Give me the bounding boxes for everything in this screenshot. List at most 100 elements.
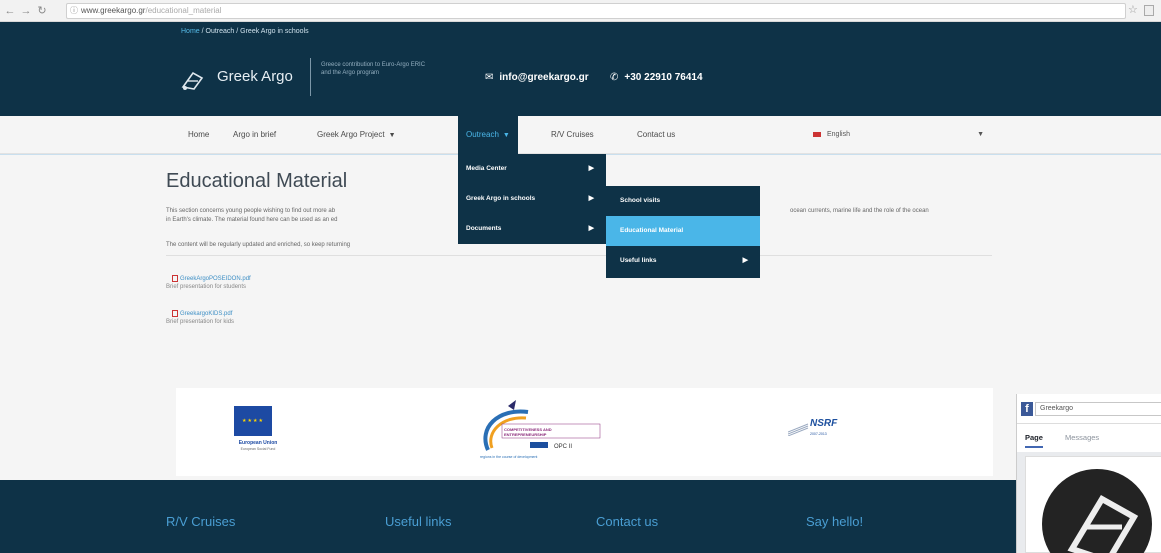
menu-item-label: Media Center xyxy=(466,165,507,172)
bookmark-star-icon[interactable]: ☆ xyxy=(1128,3,1138,16)
facebook-profile-card xyxy=(1025,456,1161,553)
file-description: Brief presentation for students xyxy=(166,284,247,291)
tab-page[interactable]: Page xyxy=(1025,433,1043,448)
nsrf-logo: NSRF 2007-2013 xyxy=(788,418,848,452)
page-title: Educational Material xyxy=(166,170,348,192)
schools-submenu: School visits Educational Material Usefu… xyxy=(606,186,760,278)
nav-item-argo-in-brief[interactable]: Argo in brief xyxy=(233,116,276,154)
browser-toolbar: ← → ↻ ⓘ www.greekargo.gr/educational_mat… xyxy=(0,0,1161,22)
english-flag-icon xyxy=(813,131,821,137)
chevron-right-icon: ▶ xyxy=(588,225,594,232)
divider xyxy=(166,255,992,256)
menu-item-useful-links[interactable]: Useful links ▶ xyxy=(606,246,760,276)
chevron-down-icon: ▼ xyxy=(977,131,984,138)
nav-item-outreach[interactable]: Outreach ▼ xyxy=(458,116,518,154)
update-note: The content will be regularly updated an… xyxy=(166,242,351,248)
site-tagline: Greece contribution to Euro-Argo ERIC an… xyxy=(321,62,426,76)
menu-item-label: Greek Argo in schools xyxy=(466,195,536,202)
entrepreneurship-text: ENTREPRENEURSHIP xyxy=(504,432,547,437)
facebook-tabs: Page Messages xyxy=(1017,424,1161,452)
competitiveness-logo: COMPETITIVENESS AND ENTREPRENEURSHIP OPC… xyxy=(480,400,601,459)
logo-divider xyxy=(310,58,311,96)
extension-icon[interactable] xyxy=(1144,5,1154,16)
nsrf-swoosh-icon xyxy=(788,423,809,436)
outreach-dropdown: Media Center ▶ Greek Argo in schools ▶ Doc… xyxy=(458,154,606,244)
chevron-right-icon: ▶ xyxy=(588,165,594,172)
nsrf-title: NSRF xyxy=(810,418,838,429)
page: Home / Outreach / Greek Argo in schools … xyxy=(0,22,1161,553)
header-phone-text: +30 22910 76414 xyxy=(624,72,703,83)
intro-text-line2: in Earth's climate. The material found h… xyxy=(166,217,338,223)
facebook-icon[interactable]: f xyxy=(1021,402,1033,416)
site-footer: R/V Cruises Useful links Contact us Say … xyxy=(0,480,1161,553)
footer-heading-rv-cruises: R/V Cruises xyxy=(166,514,236,529)
chevron-right-icon: ▶ xyxy=(742,257,748,264)
menu-item-educational-material[interactable]: Educational Material xyxy=(606,216,760,246)
menu-item-greek-argo-in-schools[interactable]: Greek Argo in schools ▶ xyxy=(458,184,606,214)
language-selected: English xyxy=(827,131,850,138)
menu-item-school-visits[interactable]: School visits xyxy=(606,186,760,216)
header-email-text: info@greekargo.gr xyxy=(499,72,589,83)
regions-text: regions in the course of development xyxy=(480,455,537,459)
envelope-icon: ✉ xyxy=(485,72,494,83)
eu-stars-icon: ★★★★ xyxy=(242,418,264,424)
nav-item-greek-argo-project[interactable]: Greek Argo Project ▼ xyxy=(317,116,396,154)
phone-icon: ✆ xyxy=(610,72,619,83)
file-link[interactable]: GreekArgoPOSEIDON.pdf xyxy=(180,276,251,282)
opc-text: OPC II xyxy=(554,444,572,450)
tab-messages[interactable]: Messages xyxy=(1065,433,1099,442)
intro-text: This section concerns young people wishi… xyxy=(166,207,456,225)
url-domain: www.greekargo.gr xyxy=(81,6,146,15)
site-logo-text[interactable]: Greek Argo xyxy=(217,68,293,85)
file-item: GreekArgoPOSEIDON.pdf Brief presentation… xyxy=(166,275,251,290)
breadcrumb: Home / Outreach / Greek Argo in schools xyxy=(181,28,309,35)
pdf-icon xyxy=(172,310,178,317)
sponsor-logos: ★★★★ European Union European Social Fund… xyxy=(176,388,993,476)
pdf-icon xyxy=(172,275,178,282)
main-nav: Home Argo in brief Greek Argo Project ▼ O… xyxy=(0,116,1161,154)
language-select[interactable]: English ▼ xyxy=(813,116,990,154)
breadcrumb-trail: / Outreach / Greek Argo in schools xyxy=(199,28,309,35)
eu-subcaption: European Social Fund xyxy=(240,447,276,451)
footer-heading-say-hello: Say hello! xyxy=(806,514,864,529)
chevron-down-icon: ▼ xyxy=(502,132,510,139)
eu-caption: European Union xyxy=(238,440,278,446)
menu-item-media-center[interactable]: Media Center ▶ xyxy=(458,154,606,184)
header-phone[interactable]: ✆ +30 22910 76414 xyxy=(610,72,703,83)
breadcrumb-home-link[interactable]: Home xyxy=(181,28,200,35)
footer-heading-useful-links: Useful links xyxy=(385,514,452,529)
greek-argo-logo-icon[interactable] xyxy=(180,69,206,91)
url-path: /educational_material xyxy=(145,6,222,15)
nav-item-contact-us[interactable]: Contact us xyxy=(637,116,675,154)
nav-item-greek-argo-project-label: Greek Argo Project xyxy=(317,130,385,139)
file-item: GreekargoKIDS.pdf Brief presentation for… xyxy=(166,310,234,325)
nsrf-years: 2007-2013 xyxy=(810,432,827,436)
info-icon[interactable]: ⓘ xyxy=(70,4,78,18)
nav-item-home[interactable]: Home xyxy=(188,116,209,154)
chevron-right-icon: ▶ xyxy=(588,195,594,202)
facebook-search-input[interactable]: Greekargo xyxy=(1035,402,1161,416)
menu-item-label: Documents xyxy=(466,225,502,232)
site-header: Home / Outreach / Greek Argo in schools … xyxy=(0,22,1161,116)
facebook-header: f Greekargo xyxy=(1017,394,1161,424)
forward-icon[interactable]: → xyxy=(18,3,34,19)
back-icon[interactable]: ← xyxy=(2,3,18,19)
footer-heading-contact-us: Contact us xyxy=(596,514,659,529)
avatar[interactable] xyxy=(1042,469,1152,553)
nav-item-rv-cruises[interactable]: R/V Cruises xyxy=(551,116,594,154)
sponsor-section: ★★★★ European Union European Social Fund… xyxy=(0,371,1161,480)
header-email[interactable]: ✉ info@greekargo.gr xyxy=(485,72,589,83)
intro-text-right: ocean currents, marine life and the role… xyxy=(790,208,929,214)
file-description: Brief presentation for kids xyxy=(166,319,235,326)
address-bar[interactable]: ⓘ www.greekargo.gr/educational_material xyxy=(66,3,1126,19)
nav-item-outreach-label: Outreach xyxy=(466,130,499,139)
chevron-down-icon: ▼ xyxy=(388,132,396,139)
menu-item-label: Useful links xyxy=(620,257,657,264)
menu-item-documents[interactable]: Documents ▶ xyxy=(458,214,606,244)
eu-flag-logo: ★★★★ xyxy=(234,406,272,436)
intro-text-line1: This section concerns young people wishi… xyxy=(166,208,336,214)
greek-argo-logo-icon xyxy=(1067,494,1139,553)
facebook-widget: f Greekargo Page Messages xyxy=(1016,394,1161,553)
reload-icon[interactable]: ↻ xyxy=(34,3,50,19)
file-link[interactable]: GreekargoKIDS.pdf xyxy=(180,311,232,317)
